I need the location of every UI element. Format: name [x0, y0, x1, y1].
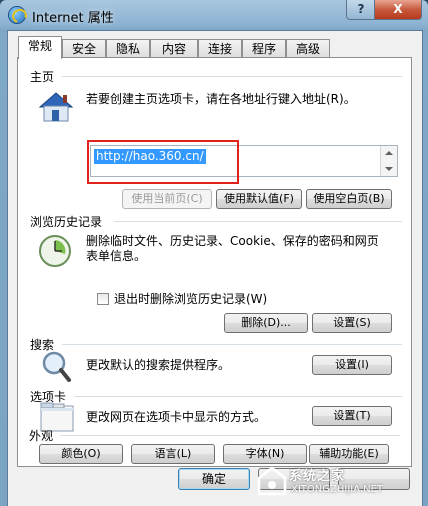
- home-divider: [62, 76, 402, 77]
- title-bar[interactable]: Internet 属性 ? X: [0, 0, 428, 30]
- use-default-button[interactable]: 使用默认值(F): [216, 189, 302, 209]
- languages-button[interactable]: 语言(L): [131, 444, 215, 464]
- search-divider: [62, 344, 402, 345]
- watermark: 系统之家 XITONGZHIJIA.NET: [255, 462, 425, 504]
- appearance-divider: [60, 435, 400, 436]
- scroll-down-icon[interactable]: [385, 167, 393, 171]
- history-settings-button[interactable]: 设置(S): [312, 313, 392, 333]
- watermark-brand: 系统之家: [289, 469, 346, 484]
- delete-on-exit-checkbox[interactable]: [97, 293, 109, 305]
- url-scrollbar[interactable]: [380, 146, 397, 176]
- window-title: Internet 属性: [32, 11, 114, 26]
- appearance-heading: 外观: [29, 429, 54, 443]
- internet-options-window: Internet 属性 ? X 常规 安全 隐私 内容 连接 程序 高级 主页 …: [0, 0, 428, 506]
- tabs-divider: [74, 396, 402, 397]
- tab-content[interactable]: 内容: [150, 39, 198, 58]
- search-magnifier-icon: [42, 351, 71, 382]
- watermark-logo-icon: [257, 466, 287, 496]
- history-divider: [114, 221, 402, 222]
- ok-button[interactable]: 确定: [178, 468, 250, 490]
- general-tab-panel: 主页 若要创建主页选项卡，请在各地址行键入地址(R)。 http://hao.3…: [17, 57, 412, 467]
- close-button[interactable]: X: [374, 0, 422, 20]
- home-page-description: 若要创建主页选项卡，请在各地址行键入地址(R)。: [86, 92, 356, 106]
- url-highlight-box: [87, 140, 239, 184]
- tab-privacy[interactable]: 隐私: [106, 39, 150, 58]
- tab-programs[interactable]: 程序: [242, 39, 286, 58]
- fonts-button[interactable]: 字体(N): [223, 444, 307, 464]
- tab-security[interactable]: 安全: [62, 39, 106, 58]
- dialog-body: 常规 安全 隐私 内容 连接 程序 高级 主页 若要创建主页选项卡，请在各地址行…: [7, 30, 423, 506]
- home-icon: [38, 92, 74, 122]
- home-page-heading: 主页: [30, 70, 55, 84]
- search-description: 更改默认的搜索提供程序。: [86, 358, 231, 372]
- scroll-up-icon[interactable]: [385, 151, 393, 155]
- internet-explorer-icon: [9, 7, 25, 23]
- search-settings-button[interactable]: 设置(I): [312, 355, 392, 375]
- use-blank-button[interactable]: 使用空白页(B): [306, 189, 392, 209]
- browsing-history-heading: 浏览历史记录: [30, 215, 103, 229]
- history-clock-icon: [39, 235, 71, 267]
- delete-history-button[interactable]: 删除(D)...: [224, 313, 308, 333]
- delete-on-exit-label: 退出时删除浏览历史记录(W): [114, 292, 268, 306]
- colors-button[interactable]: 颜色(O): [39, 444, 123, 464]
- tabs-description: 更改网页在选项卡中显示的方式。: [86, 410, 267, 424]
- help-button[interactable]: ?: [346, 0, 376, 20]
- tab-general[interactable]: 常规: [18, 36, 62, 59]
- watermark-url: XITONGZHIJIA.NET: [291, 484, 383, 495]
- use-current-button[interactable]: 使用当前页(C): [122, 189, 212, 209]
- tab-advanced[interactable]: 高级: [286, 39, 330, 58]
- history-description: 删除临时文件、历史记录、Cookie、保存的密码和网页表单信息。: [86, 234, 379, 263]
- accessibility-button[interactable]: 辅助功能(E): [309, 444, 389, 464]
- tabs-settings-button[interactable]: 设置(T): [312, 406, 392, 426]
- tab-connections[interactable]: 连接: [198, 39, 242, 58]
